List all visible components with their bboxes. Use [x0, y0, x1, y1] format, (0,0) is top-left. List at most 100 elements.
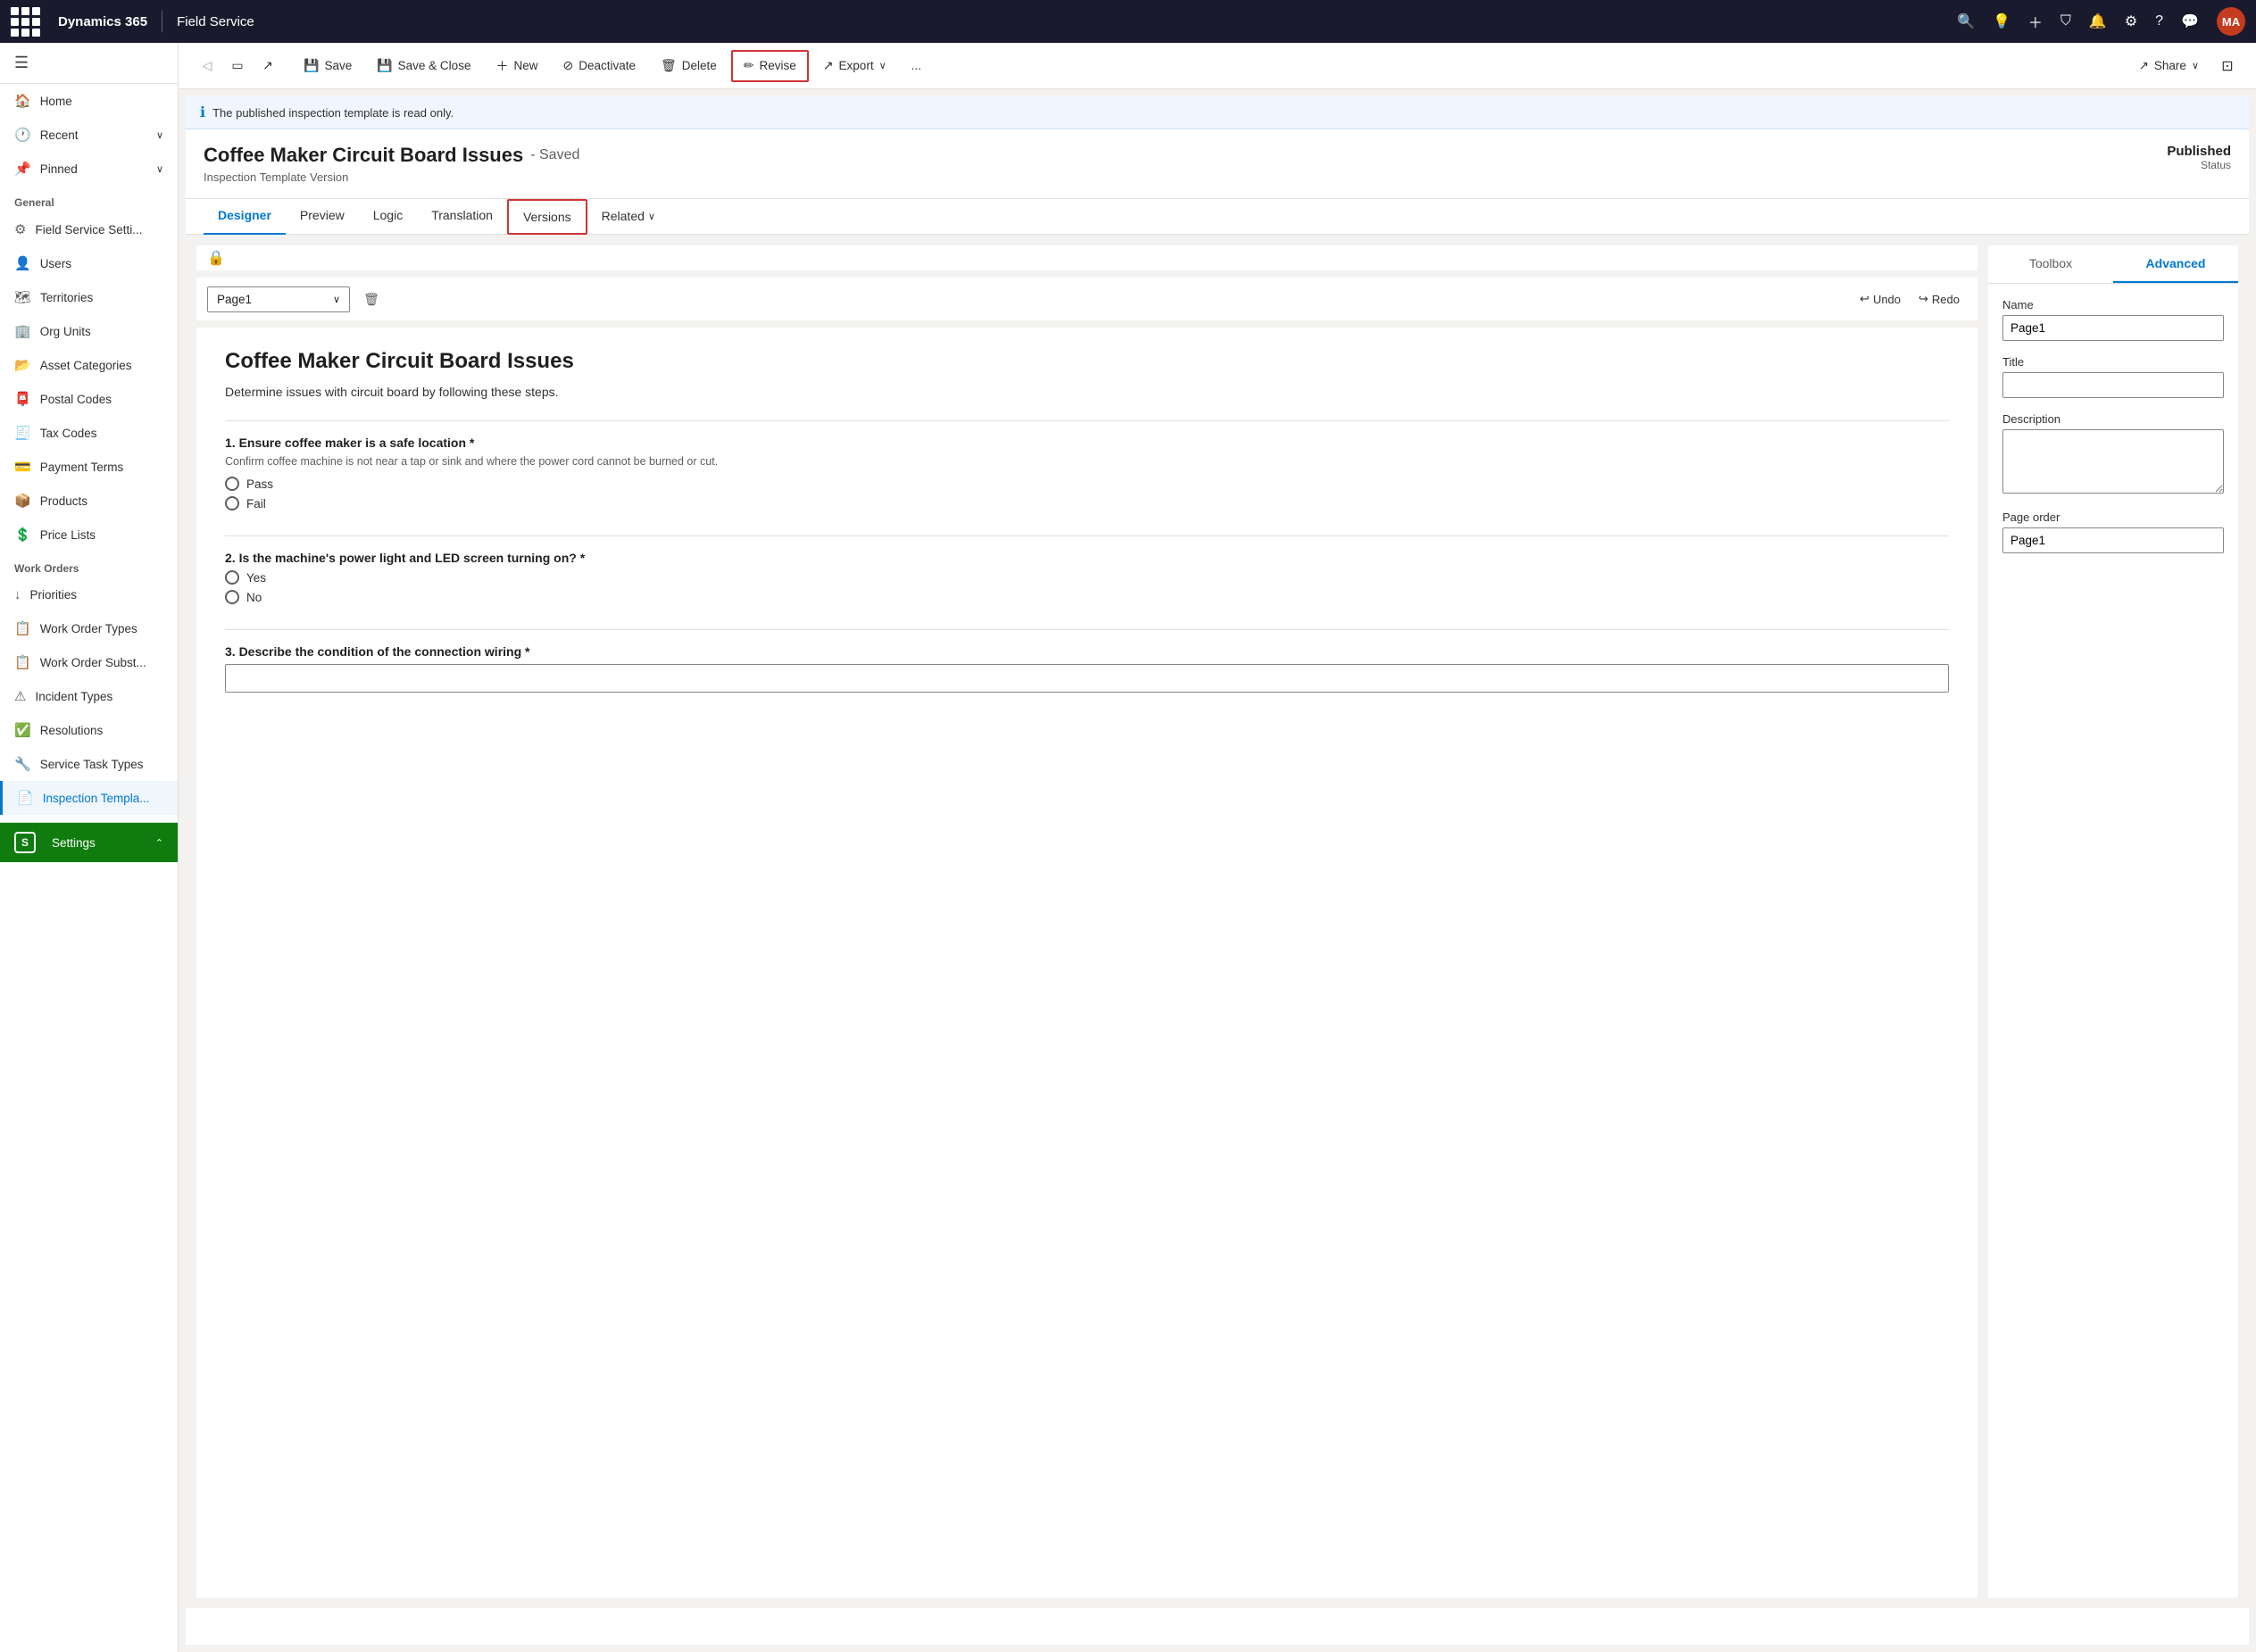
main-layout: ☰ 🏠 Home 🕐 Recent ∨ 📌 Pinned ∨ General ⚙… — [0, 43, 2256, 1652]
canvas-title: Coffee Maker Circuit Board Issues — [225, 349, 1949, 374]
question-1-block: 1. Ensure coffee maker is a safe locatio… — [225, 436, 1949, 511]
question-1-option-pass[interactable]: Pass — [225, 477, 1949, 491]
tab-logic[interactable]: Logic — [359, 199, 417, 235]
sidebar-item-field-service-settings[interactable]: ⚙ Field Service Setti... — [0, 212, 178, 246]
priorities-icon: ↓ — [14, 587, 21, 602]
sidebar-item-inspection-templates[interactable]: 📄 Inspection Templa... — [0, 781, 178, 815]
user-avatar[interactable]: MA — [2217, 7, 2245, 36]
sidebar-item-territories[interactable]: 🗺 Territories — [0, 280, 178, 314]
delete-icon: 🗑 — [661, 58, 677, 73]
sidebar-item-recent[interactable]: 🕐 Recent ∨ — [0, 118, 178, 152]
sidebar-item-org-units[interactable]: 🏢 Org Units — [0, 314, 178, 348]
tab-translation[interactable]: Translation — [417, 199, 507, 235]
help-icon[interactable]: ? — [2155, 13, 2163, 29]
save-button[interactable]: 💾 Save — [293, 50, 362, 82]
related-chevron-icon: ∨ — [648, 211, 655, 222]
sidebar-item-price-lists-label: Price Lists — [40, 528, 96, 542]
lightbulb-icon[interactable]: 💡 — [1993, 12, 2010, 30]
delete-page-button[interactable]: 🗑 — [357, 285, 386, 313]
new-button[interactable]: ＋ New — [485, 50, 548, 82]
sidebar-item-asset-categories[interactable]: 📂 Asset Categories — [0, 348, 178, 382]
prop-page-order-label: Page order — [2002, 511, 2224, 524]
tab-versions[interactable]: Versions — [507, 199, 587, 235]
sidebar-item-service-task-types[interactable]: 🔧 Service Task Types — [0, 747, 178, 781]
search-icon[interactable]: 🔍 — [1957, 12, 1975, 30]
save-icon: 💾 — [304, 58, 319, 73]
sidebar-item-pinned[interactable]: 📌 Pinned ∨ — [0, 152, 178, 186]
tab-designer[interactable]: Designer — [204, 199, 286, 235]
org-units-icon: 🏢 — [14, 323, 31, 339]
undo-icon: ↩ — [1860, 292, 1869, 306]
sidebar-item-products[interactable]: 📦 Products — [0, 484, 178, 518]
prop-title-input[interactable] — [2002, 372, 2224, 398]
deactivate-icon: ⊘ — [562, 58, 573, 73]
sidebar-item-price-lists[interactable]: 💲 Price Lists — [0, 518, 178, 552]
page-select-dropdown[interactable]: Page1 ∨ — [207, 286, 350, 312]
share-button[interactable]: ↗ Share ∨ — [2128, 50, 2210, 82]
filter-icon[interactable]: ⛉ — [2060, 13, 2071, 29]
sidebar-item-incident-types-label: Incident Types — [35, 690, 112, 703]
designer-toolbar: Page1 ∨ 🗑 ↩ Undo ↪ Redo — [196, 278, 1977, 320]
sidebar-item-postal-codes-label: Postal Codes — [40, 393, 112, 406]
undo-button[interactable]: ↩ Undo — [1852, 288, 1908, 310]
recent-chevron-icon: ∨ — [156, 129, 163, 141]
panel-tab-advanced[interactable]: Advanced — [2113, 245, 2238, 283]
open-new-window-button[interactable]: ↗ — [254, 52, 282, 80]
question-3-block: 3. Describe the condition of the connect… — [225, 644, 1949, 693]
sidebar-item-users[interactable]: 👤 Users — [0, 246, 178, 280]
plus-icon[interactable]: ＋ — [2028, 11, 2043, 32]
sidebar-item-resolutions[interactable]: ✅ Resolutions — [0, 713, 178, 747]
sidebar-settings-item[interactable]: S Settings ⌃ — [0, 822, 178, 862]
deactivate-button[interactable]: ⊘ Deactivate — [552, 50, 646, 82]
undo-label: Undo — [1873, 293, 1901, 306]
question-2-option-yes[interactable]: Yes — [225, 570, 1949, 585]
sidebar-item-tax-codes[interactable]: 🧾 Tax Codes — [0, 416, 178, 450]
sidebar-item-work-order-subst[interactable]: 📋 Work Order Subst... — [0, 645, 178, 679]
hamburger-menu[interactable]: ☰ — [0, 43, 178, 84]
entity-view-button[interactable]: ▭ — [223, 52, 252, 80]
prop-name-label: Name — [2002, 298, 2224, 311]
export-button[interactable]: ↗ Export ∨ — [812, 50, 897, 82]
sidebar-item-work-order-types[interactable]: 📋 Work Order Types — [0, 611, 178, 645]
saved-indicator: - Saved — [530, 147, 579, 163]
radio-label-pass: Pass — [246, 477, 273, 491]
sidebar-item-priorities[interactable]: ↓ Priorities — [0, 578, 178, 611]
general-section-label: General — [0, 186, 178, 212]
save-close-button[interactable]: 💾 Save & Close — [366, 50, 481, 82]
sidebar-item-incident-types[interactable]: ⚠ Incident Types — [0, 679, 178, 713]
prop-description-textarea[interactable] — [2002, 429, 2224, 494]
status-value: Published — [2167, 144, 2231, 159]
chat-icon[interactable]: 💬 — [2181, 12, 2199, 30]
settings-icon[interactable]: ⚙ — [2125, 12, 2137, 30]
tab-preview[interactable]: Preview — [286, 199, 359, 235]
question-2-block: 2. Is the machine's power light and LED … — [225, 551, 1949, 604]
export-chevron-icon: ∨ — [879, 60, 887, 71]
sidebar-item-postal-codes[interactable]: 📮 Postal Codes — [0, 382, 178, 416]
redo-button[interactable]: ↪ Redo — [1911, 288, 1967, 310]
prop-name-input[interactable] — [2002, 315, 2224, 341]
back-button[interactable]: ◁ — [193, 52, 221, 80]
sidebar-item-org-units-label: Org Units — [40, 325, 91, 338]
question-3-text-input[interactable] — [225, 664, 1949, 693]
revise-button[interactable]: ✏ Revise — [731, 50, 809, 82]
apps-menu-button[interactable] — [11, 7, 40, 37]
question-1-option-fail[interactable]: Fail — [225, 496, 1949, 511]
tab-related[interactable]: Related ∨ — [587, 199, 670, 235]
prop-page-order-input[interactable] — [2002, 527, 2224, 553]
panel-content: Name Title Description Page order — [1988, 284, 2238, 582]
work-order-types-icon: 📋 — [14, 620, 31, 636]
panel-tabs: Toolbox Advanced — [1988, 245, 2238, 284]
more-options-button[interactable]: ... — [901, 50, 932, 82]
delete-button[interactable]: 🗑 Delete — [650, 50, 728, 82]
top-nav-icons: 🔍 💡 ＋ ⛉ 🔔 ⚙ ? 💬 MA — [1957, 7, 2245, 36]
record-subtitle: Inspection Template Version — [204, 170, 579, 184]
sidebar-item-payment-terms[interactable]: 💳 Payment Terms — [0, 450, 178, 484]
sidebar-item-users-label: Users — [40, 257, 71, 270]
design-canvas: Coffee Maker Circuit Board Issues Determ… — [196, 328, 1977, 1598]
expand-panel-button[interactable]: ⊡ — [2213, 52, 2242, 80]
bell-icon[interactable]: 🔔 — [2089, 12, 2107, 30]
sidebar-item-home[interactable]: 🏠 Home — [0, 84, 178, 118]
question-2-option-no[interactable]: No — [225, 590, 1949, 604]
service-task-types-icon: 🔧 — [14, 756, 31, 772]
panel-tab-toolbox[interactable]: Toolbox — [1988, 245, 2113, 283]
